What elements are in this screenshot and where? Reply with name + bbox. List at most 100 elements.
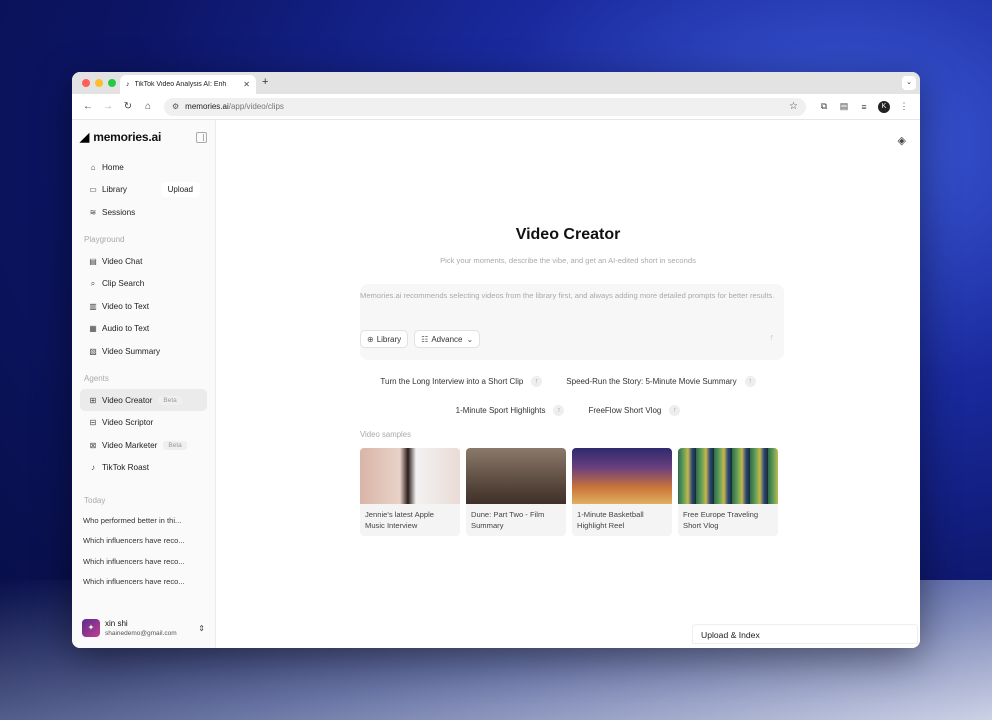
suggestion-chip[interactable]: FreeFlow Short Vlog ↑ <box>582 401 686 419</box>
maximize-window-button[interactable] <box>108 79 116 87</box>
tab-search-icon[interactable]: ⌄ <box>902 76 916 90</box>
suggestions-row: 1-Minute Sport Highlights ↑ FreeFlow Sho… <box>216 401 920 419</box>
url-path: /app/video/clips <box>228 102 284 111</box>
chevron-down-icon: ⌄ <box>466 334 474 344</box>
sidebar-item-label: Audio to Text <box>102 324 150 334</box>
back-icon[interactable]: ← <box>78 101 98 112</box>
send-icon[interactable]: ↑ <box>770 332 775 342</box>
more-menu-icon[interactable]: ⋮ <box>894 101 914 112</box>
samples-label: Video samples <box>360 430 411 439</box>
suggestion-chip[interactable]: Turn the Long Interview into a Short Cli… <box>374 372 548 390</box>
video-sample-title: Jennie's latest Apple Music Interview <box>365 510 434 530</box>
library-icon: ▭ <box>89 185 97 195</box>
history-item[interactable]: Who performed better in thi... <box>80 511 207 531</box>
memories-logo-icon: ◢ <box>80 130 90 144</box>
user-avatar: ✦ <box>82 619 100 637</box>
sidebar-item-video-summary[interactable]: ▧ Video Summary <box>80 340 207 363</box>
video-sample-card[interactable]: 1-Minute Basketball Highlight Reel <box>572 448 672 536</box>
chevron-updown-icon: ⇕ <box>198 623 205 633</box>
browser-toolbar: ← → ↻ ⌂ ⚙ memories.ai/app/video/clips ☆ … <box>72 94 920 120</box>
page-subtitle: Pick your moments, describe the vibe, an… <box>440 256 696 265</box>
main-content: ◈ Video Creator Pick your moments, descr… <box>216 120 920 648</box>
video-sample-title: 1-Minute Basketball Highlight Reel <box>577 510 644 530</box>
tab-strip: ♪ TikTok Video Analysis AI: Enh ✕ + ⌄ <box>72 72 920 94</box>
sidebar-item-library[interactable]: ▭ Library Upload <box>80 179 207 202</box>
sidebar-item-video-marketer[interactable]: ⊠ Video Marketer Beta <box>80 434 207 457</box>
arrow-up-icon: ↑ <box>669 404 681 416</box>
video-sample-card[interactable]: Dune: Part Two - Film Summary <box>466 448 566 536</box>
minimize-window-button[interactable] <box>95 79 103 87</box>
prompt-controls: ⊕ Library ☷ Advance ⌄ <box>360 330 481 348</box>
upload-button[interactable]: Upload <box>160 182 200 198</box>
arrow-up-icon: ↑ <box>553 404 565 416</box>
tab-title: TikTok Video Analysis AI: Enh <box>134 81 227 88</box>
sidebar-item-label: Video Creator <box>102 395 153 405</box>
sidebar-item-label: Video Scriptor <box>102 418 154 428</box>
user-account-menu[interactable]: ✦ xin shi shainedemo@gmail.com ⇕ <box>82 616 205 640</box>
video-sample-title: Dune: Part Two - Film Summary <box>471 510 545 530</box>
user-email: shainedemo@gmail.com <box>105 629 177 637</box>
browser-tab[interactable]: ♪ TikTok Video Analysis AI: Enh ✕ <box>120 75 256 94</box>
video-sample-card[interactable]: Free Europe Traveling Short Vlog <box>678 448 778 536</box>
suggestion-label: Turn the Long Interview into a Short Cli… <box>380 376 524 386</box>
sessions-icon: ≋ <box>89 207 97 217</box>
advance-button-label: Advance <box>431 334 463 344</box>
sidebar-item-sessions[interactable]: ≋ Sessions <box>80 201 207 224</box>
site-settings-icon[interactable]: ⚙ <box>172 102 179 111</box>
sidebar-item-home[interactable]: ⌂ Home <box>80 156 207 179</box>
sidebar-item-video-scriptor[interactable]: ⊟ Video Scriptor <box>80 411 207 434</box>
app-shell: ◢ memories.ai ⌂ Home ▭ Library Upload ≋ … <box>72 120 920 648</box>
extensions-icon[interactable]: ⧉ <box>814 101 834 112</box>
history-item[interactable]: Which influencers have reco... <box>80 531 207 551</box>
address-bar[interactable]: ⚙ memories.ai/app/video/clips ☆ <box>164 97 806 116</box>
sidebar-item-label: Clip Search <box>102 279 145 289</box>
sidebar-item-audio-to-text[interactable]: ▦ Audio to Text <box>80 318 207 341</box>
suggestion-chip[interactable]: Speed-Run the Story: 5-Minute Movie Summ… <box>560 372 761 390</box>
bookmark-star-icon[interactable]: ☆ <box>789 101 798 112</box>
sidebar-item-video-creator[interactable]: ⊞ Video Creator Beta <box>80 388 207 412</box>
arrow-up-icon: ↑ <box>531 375 543 387</box>
history-item[interactable]: Which influencers have reco... <box>80 572 207 592</box>
reload-icon[interactable]: ↻ <box>118 101 138 112</box>
sidebar-item-video-to-text[interactable]: ▥ Video to Text <box>80 295 207 318</box>
close-tab-icon[interactable]: ✕ <box>243 80 250 89</box>
history-item[interactable]: Which influencers have reco... <box>80 552 207 572</box>
sidebar-item-label: Sessions <box>102 207 136 217</box>
marketer-icon: ⊠ <box>89 440 97 450</box>
advance-button[interactable]: ☷ Advance ⌄ <box>414 330 481 348</box>
summary-icon: ▧ <box>89 346 97 356</box>
creator-icon: ⊞ <box>89 395 97 405</box>
collapse-sidebar-icon[interactable] <box>196 131 207 143</box>
profile-avatar[interactable]: K <box>878 100 890 113</box>
forward-icon[interactable]: → <box>98 101 118 112</box>
media-controls-icon[interactable]: ≡ <box>854 102 874 112</box>
prompt-input[interactable]: Memories.ai recommends selecting videos … <box>360 290 784 301</box>
sliders-icon: ☷ <box>421 334 429 344</box>
library-button[interactable]: ⊕ Library <box>360 330 409 348</box>
sidebar: ◢ memories.ai ⌂ Home ▭ Library Upload ≋ … <box>72 120 216 648</box>
prompt-box[interactable]: Memories.ai recommends selecting videos … <box>360 284 784 360</box>
close-window-button[interactable] <box>82 79 90 87</box>
sidebar-item-label: TikTok Roast <box>102 463 150 473</box>
new-tab-button[interactable]: + <box>262 76 268 88</box>
sidebar-item-clip-search[interactable]: ⌕ Clip Search <box>80 272 207 295</box>
section-label-playground: Playground <box>84 234 125 244</box>
video-samples: Jennie's latest Apple Music Interview Du… <box>360 448 778 536</box>
sidebar-item-label: Library <box>102 185 128 195</box>
video-sample-card[interactable]: Jennie's latest Apple Music Interview <box>360 448 460 536</box>
layers-icon[interactable]: ◈ <box>898 134 906 147</box>
suggestion-chip[interactable]: 1-Minute Sport Highlights ↑ <box>450 401 571 419</box>
search-icon: ⌕ <box>90 278 96 288</box>
video-thumbnail <box>466 448 566 504</box>
beta-badge: Beta <box>158 395 182 405</box>
sidebar-item-video-chat[interactable]: ▤ Video Chat <box>80 250 207 273</box>
sidebar-item-tiktok-roast[interactable]: ♪ TikTok Roast <box>80 457 207 480</box>
library-button-label: Library <box>376 334 402 344</box>
home-browser-icon[interactable]: ⌂ <box>138 101 158 112</box>
reading-mode-icon[interactable]: ▤ <box>834 101 854 112</box>
window-controls <box>82 79 116 87</box>
upload-index-panel[interactable]: Upload & Index <box>692 624 918 644</box>
sidebar-item-label: Video Chat <box>102 256 143 266</box>
brand[interactable]: ◢ memories.ai <box>80 128 207 146</box>
beta-badge: Beta <box>163 440 187 450</box>
